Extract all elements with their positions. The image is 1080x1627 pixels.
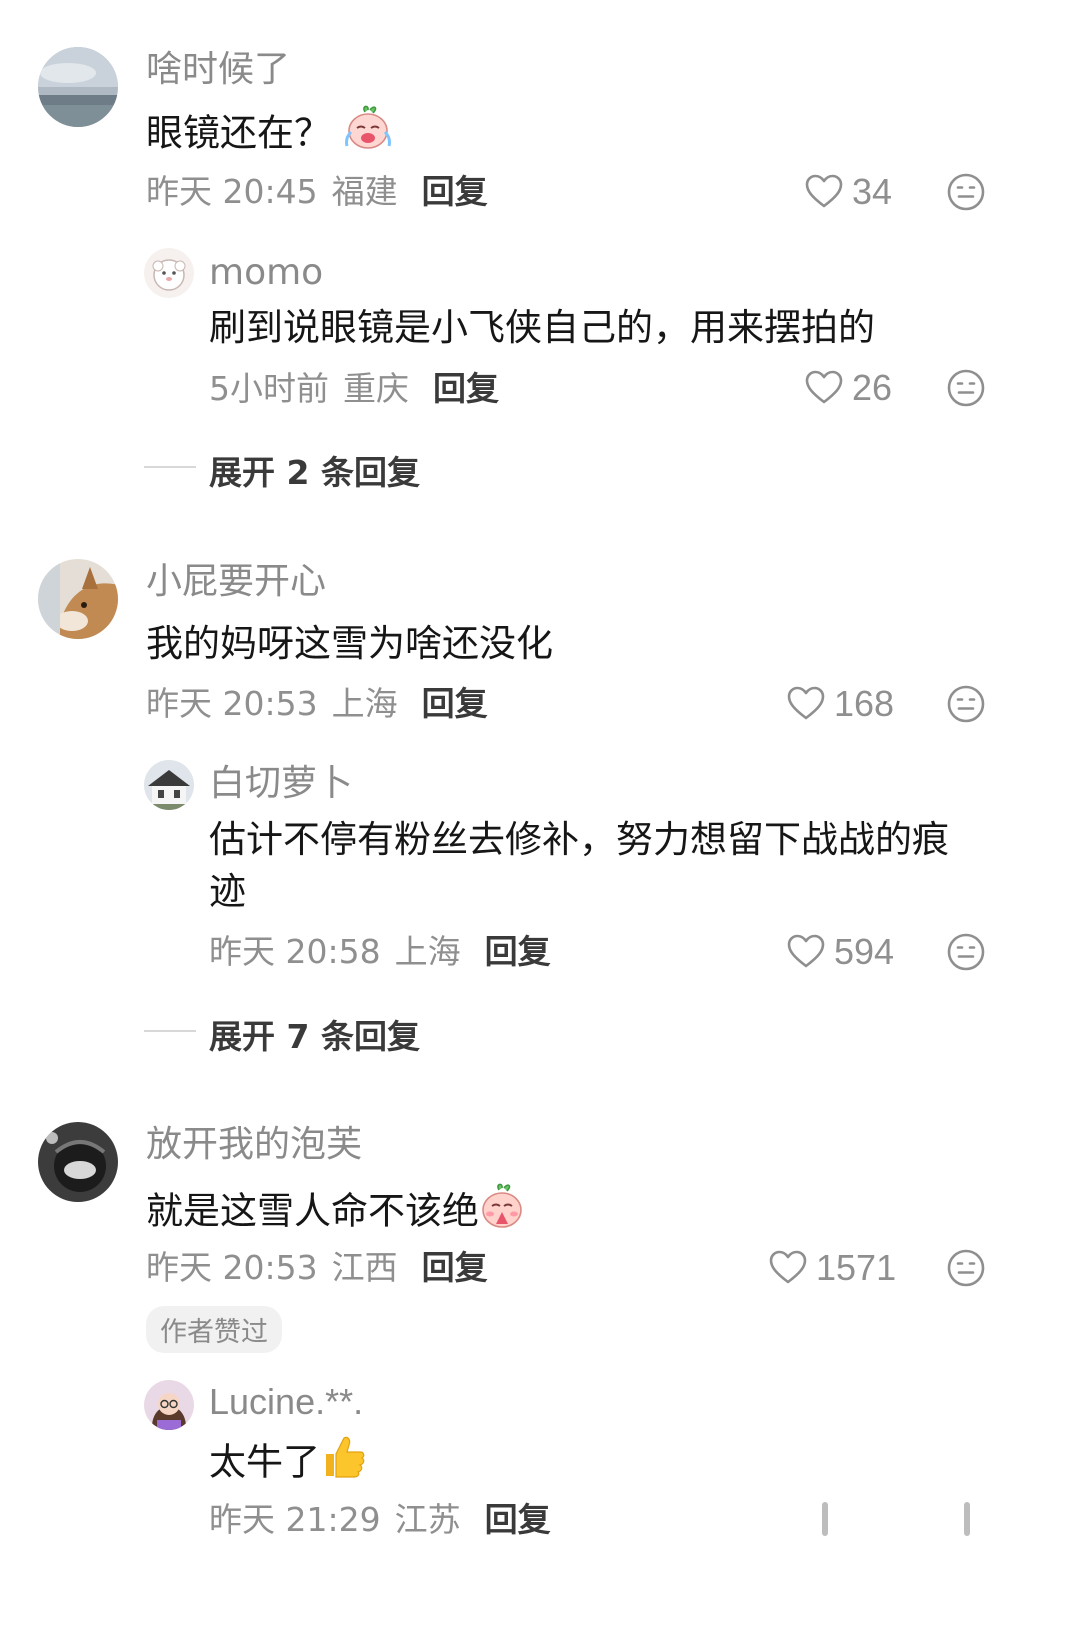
like-button[interactable]: 1571 bbox=[768, 1246, 896, 1290]
username[interactable]: 放开我的泡芙 bbox=[146, 1123, 362, 1167]
reply-button[interactable]: 回复 bbox=[422, 1248, 488, 1287]
reply-time: 昨天 21:29 bbox=[209, 1500, 381, 1539]
praying-peach-emoji bbox=[479, 1182, 525, 1244]
comment-text-content: 就是这雪人命不该绝 bbox=[146, 1189, 479, 1233]
neutral-face-icon[interactable] bbox=[946, 1248, 986, 1288]
avatar[interactable] bbox=[144, 1380, 194, 1430]
comment-meta: 昨天 20:53 江西 回复 bbox=[146, 1248, 488, 1288]
heart-outline-icon bbox=[768, 1248, 808, 1288]
avatar[interactable] bbox=[38, 1122, 118, 1202]
scroll-indicator bbox=[822, 1502, 828, 1536]
comment-item: 放开我的泡芙 就是这雪人命不该绝 昨天 20:53 江西 回复 1571 作者赞过 bbox=[0, 0, 1080, 1627]
username[interactable]: Lucine.**. bbox=[209, 1380, 363, 1424]
reply-button[interactable]: 回复 bbox=[485, 1500, 551, 1539]
reply-location: 江苏 bbox=[394, 1500, 461, 1539]
comment-location: 江西 bbox=[331, 1248, 398, 1287]
reply-text-content: 太牛了 bbox=[209, 1440, 320, 1484]
author-liked-badge: 作者赞过 bbox=[146, 1306, 282, 1353]
thumbs-up-emoji bbox=[320, 1434, 366, 1494]
comment-text: 就是这雪人命不该绝 bbox=[146, 1182, 525, 1244]
reply-meta: 昨天 21:29 江苏 回复 bbox=[209, 1500, 551, 1540]
reply-text: 太牛了 bbox=[209, 1434, 366, 1494]
scroll-indicator bbox=[964, 1502, 970, 1536]
comment-time: 昨天 20:53 bbox=[146, 1248, 318, 1287]
like-count: 1571 bbox=[816, 1247, 897, 1288]
